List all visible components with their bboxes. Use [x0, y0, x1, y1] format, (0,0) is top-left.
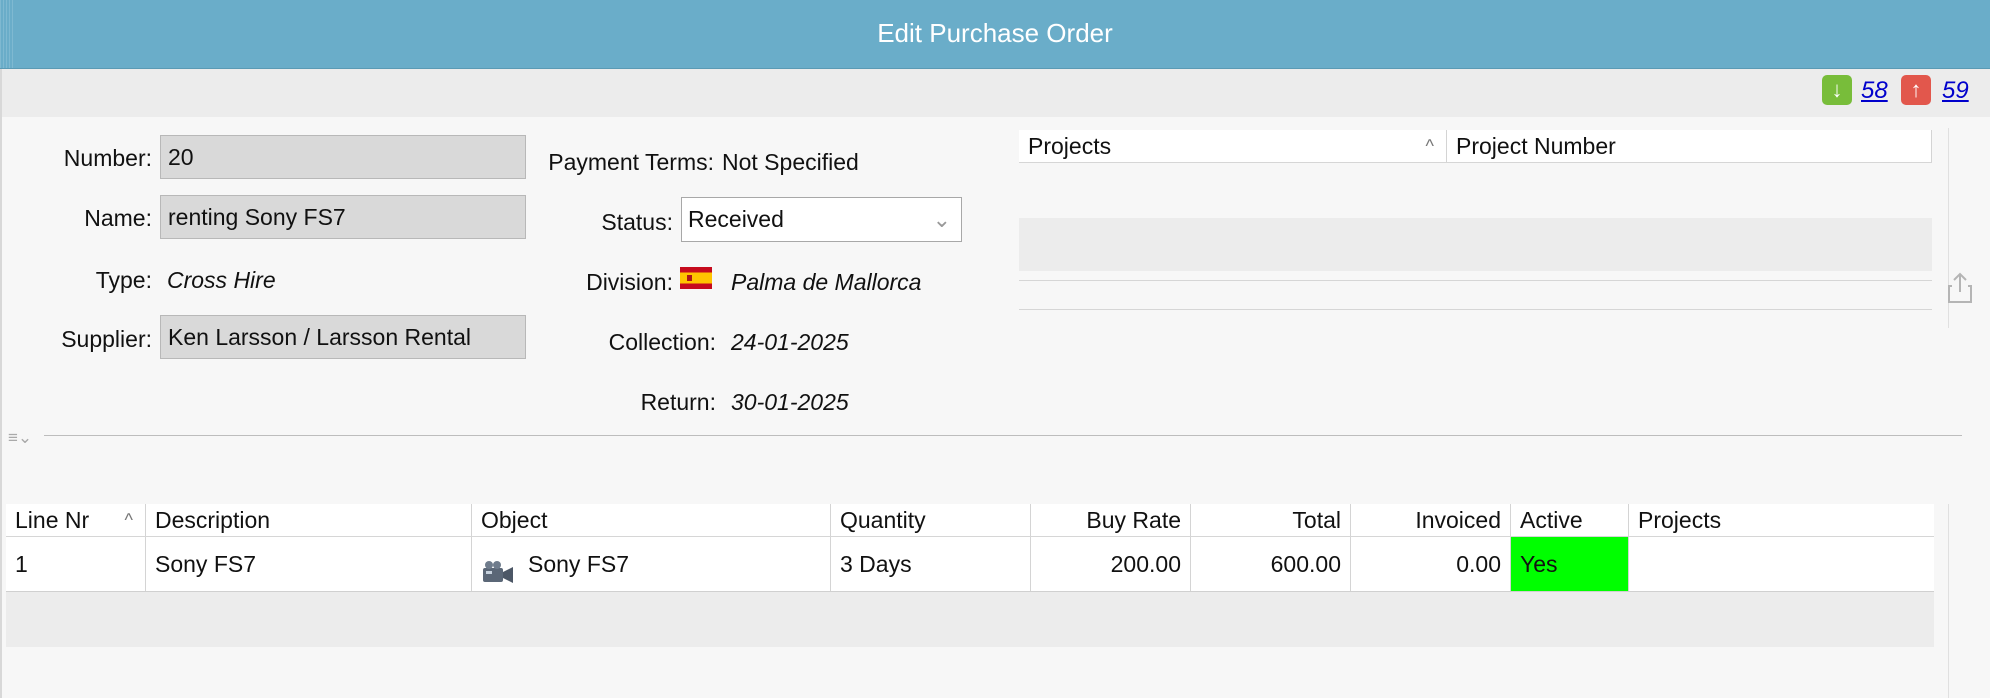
- projects-table-empty-row: [1019, 218, 1932, 271]
- object-column-header[interactable]: Object: [472, 504, 831, 536]
- sort-ascending-icon: ^: [124, 510, 133, 530]
- payment-terms-value: Not Specified: [722, 149, 859, 175]
- splitter-toggle-icon[interactable]: ≡⌄: [8, 428, 32, 448]
- status-select[interactable]: Received ⌄: [681, 197, 962, 242]
- status-label: Status:: [601, 209, 673, 235]
- arrow-down-icon[interactable]: ↓: [1822, 75, 1852, 105]
- quantity-column-label: Quantity: [840, 507, 926, 533]
- payment-terms-label: Payment Terms:: [548, 149, 714, 175]
- name-label: Name:: [84, 205, 152, 231]
- object-column-label: Object: [481, 507, 548, 533]
- invoiced-cell: 0.00: [1351, 537, 1511, 591]
- buy-rate-column-label: Buy Rate: [1086, 507, 1181, 533]
- description-cell: Sony FS7: [146, 537, 472, 591]
- line-nr-column-label: Line Nr: [15, 507, 90, 533]
- table-row[interactable]: 1 Sony FS7 Sony FS7 3 Days 200.00 600.00…: [6, 537, 1934, 592]
- record-navigation-bar: ↓ 58 ↑ 59: [0, 69, 1990, 117]
- next-record-link[interactable]: 59: [1942, 77, 1969, 105]
- object-cell: Sony FS7: [472, 537, 831, 591]
- line-nr-column-header[interactable]: Line Nr ^: [6, 504, 146, 536]
- previous-record-link[interactable]: 58: [1861, 77, 1888, 105]
- total-cell: 600.00: [1191, 537, 1351, 591]
- projects-table-bottom: [1019, 309, 1932, 310]
- description-column-label: Description: [155, 507, 271, 533]
- project-number-column-header[interactable]: Project Number: [1447, 130, 1932, 162]
- name-field[interactable]: renting Sony FS7: [160, 195, 526, 239]
- total-column-label: Total: [1292, 507, 1341, 533]
- buy-rate-column-header[interactable]: Buy Rate: [1031, 504, 1191, 536]
- active-column-label: Active: [1520, 507, 1583, 533]
- number-label: Number:: [63, 145, 152, 171]
- lines-table-header: Line Nr ^ Description Object Quantity Bu…: [6, 504, 1934, 537]
- projects-table-divider: [1019, 280, 1932, 281]
- type-value: Cross Hire: [167, 267, 276, 293]
- quantity-column-header[interactable]: Quantity: [831, 504, 1031, 536]
- section-splitter[interactable]: [44, 435, 1962, 436]
- share-icon[interactable]: [1947, 272, 1973, 309]
- lines-scrollbar[interactable]: [1948, 504, 1949, 698]
- projects-column-header[interactable]: Projects ^: [1019, 130, 1447, 162]
- buy-rate-cell: 200.00: [1031, 537, 1191, 591]
- type-label: Type:: [95, 267, 152, 293]
- projects-table-header: Projects ^ Project Number: [1019, 130, 1932, 163]
- return-value: 30-01-2025: [731, 389, 849, 415]
- supplier-field[interactable]: Ken Larsson / Larsson Rental: [160, 315, 526, 359]
- window-title: Edit Purchase Order: [877, 18, 1113, 48]
- object-name: Sony FS7: [528, 551, 629, 577]
- return-label: Return:: [640, 389, 716, 415]
- collection-value: 24-01-2025: [731, 329, 849, 355]
- sort-ascending-icon: ^: [1425, 136, 1434, 156]
- projects-column-label: Projects: [1028, 133, 1112, 159]
- projects-column-label: Projects: [1638, 507, 1722, 533]
- description-column-header[interactable]: Description: [146, 504, 472, 536]
- projects-cell: [1629, 537, 1934, 591]
- arrow-up-icon[interactable]: ↑: [1901, 75, 1931, 105]
- lines-table-empty-row: [6, 592, 1934, 647]
- active-cell: Yes: [1511, 537, 1629, 591]
- total-column-header[interactable]: Total: [1191, 504, 1351, 536]
- active-column-header[interactable]: Active: [1511, 504, 1629, 536]
- status-select-value: Received: [688, 206, 784, 232]
- supplier-label: Supplier:: [61, 326, 152, 352]
- invoiced-column-label: Invoiced: [1415, 507, 1501, 533]
- projects-column-header[interactable]: Projects: [1629, 504, 1934, 536]
- invoiced-column-header[interactable]: Invoiced: [1351, 504, 1511, 536]
- project-number-column-label: Project Number: [1456, 133, 1616, 159]
- spain-flag-icon: [680, 267, 712, 289]
- collection-label: Collection:: [608, 329, 716, 355]
- number-field[interactable]: 20: [160, 135, 526, 179]
- window-title-bar: Edit Purchase Order: [0, 0, 1990, 69]
- window-left-border: [0, 69, 2, 698]
- chevron-down-icon: ⌄: [932, 207, 951, 232]
- division-label: Division:: [586, 269, 673, 295]
- quantity-cell: 3 Days: [831, 537, 1031, 591]
- division-value: Palma de Mallorca: [731, 269, 921, 295]
- line-nr-cell: 1: [6, 537, 146, 591]
